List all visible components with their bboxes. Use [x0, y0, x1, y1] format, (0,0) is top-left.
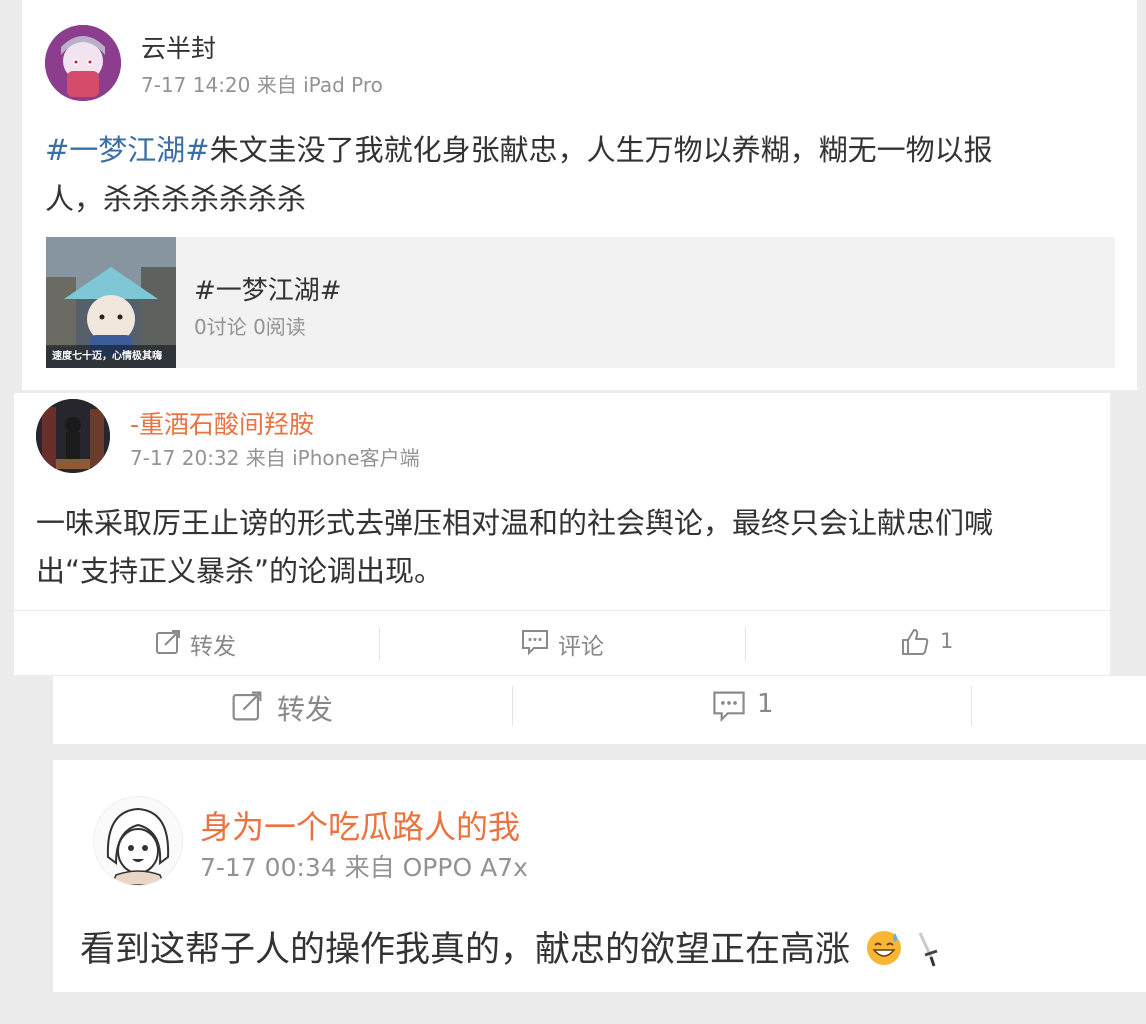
- username[interactable]: 云半封: [141, 29, 216, 65]
- topic-stats: 0讨论 0阅读: [194, 315, 306, 339]
- divider: [512, 686, 513, 726]
- post-text-line-1: #一梦江湖#朱文圭没了我就化身张献忠，人生万物以养糊，糊无一物以报: [45, 133, 993, 167]
- username[interactable]: 身为一个吃瓜路人的我: [200, 802, 520, 848]
- hashtag-link[interactable]: #一梦江湖#: [45, 133, 210, 167]
- post-text: 看到这帮子人的操作我真的，献忠的欲望正在高涨: [80, 921, 940, 978]
- post-card-1: 云半封 7-17 14:20 来自 iPad Pro #一梦江湖#朱文圭没了我就…: [22, 0, 1137, 390]
- repost-label: 转发: [277, 693, 334, 726]
- thumbnail-caption: 速度七十迈，心情极其嗨: [52, 351, 162, 362]
- dagger-emoji: [914, 929, 940, 978]
- post-text-line-2: 出“支持正义暴杀”的论调出现。: [36, 554, 444, 588]
- action-bar-card: 转发 1: [53, 676, 1146, 744]
- action-bar: 转发 评论 1: [14, 610, 1110, 675]
- topic-thumbnail: 速度七十迈，心情极其嗨: [46, 237, 176, 368]
- post-meta: 7-17 00:34 来自 OPPO A7x: [200, 853, 528, 882]
- comment-count: 1: [757, 689, 774, 719]
- topic-title[interactable]: #一梦江湖#: [194, 270, 342, 307]
- comment-icon: [713, 691, 745, 722]
- avatar[interactable]: [36, 399, 110, 473]
- post-text-line-1: 一味采取厉王止谤的形式去弹压相对温和的社会舆论，最终只会让献忠们喊: [36, 506, 994, 540]
- like-icon: [902, 629, 929, 655]
- username[interactable]: -重酒石酸间羟胺: [130, 405, 314, 441]
- post-card-2: -重酒石酸间羟胺 7-17 20:32 来自 iPhone客户端 一味采取厉王止…: [14, 393, 1110, 675]
- repost-icon: [232, 691, 262, 721]
- post-meta: 7-17 14:20 来自 iPad Pro: [141, 73, 383, 97]
- repost-label: 转发: [190, 634, 236, 660]
- avatar[interactable]: [45, 25, 121, 101]
- avatar[interactable]: [93, 796, 183, 886]
- grin-sweat-emoji: [865, 929, 903, 976]
- post-text-line-2: 人，杀杀杀杀杀杀杀: [45, 182, 307, 216]
- topic-card[interactable]: 速度七十迈，心情极其嗨 #一梦江湖# 0讨论 0阅读: [46, 237, 1115, 368]
- post-meta: 7-17 20:32 来自 iPhone客户端: [130, 446, 420, 470]
- post-card-3: 身为一个吃瓜路人的我 7-17 00:34 来自 OPPO A7x 看到这帮子人…: [53, 760, 1146, 992]
- comment-label: 评论: [558, 634, 604, 660]
- divider: [379, 627, 380, 661]
- comment-icon: [522, 630, 548, 656]
- divider: [971, 686, 972, 726]
- divider: [745, 627, 746, 661]
- like-count: 1: [940, 629, 954, 653]
- repost-icon: [156, 630, 180, 654]
